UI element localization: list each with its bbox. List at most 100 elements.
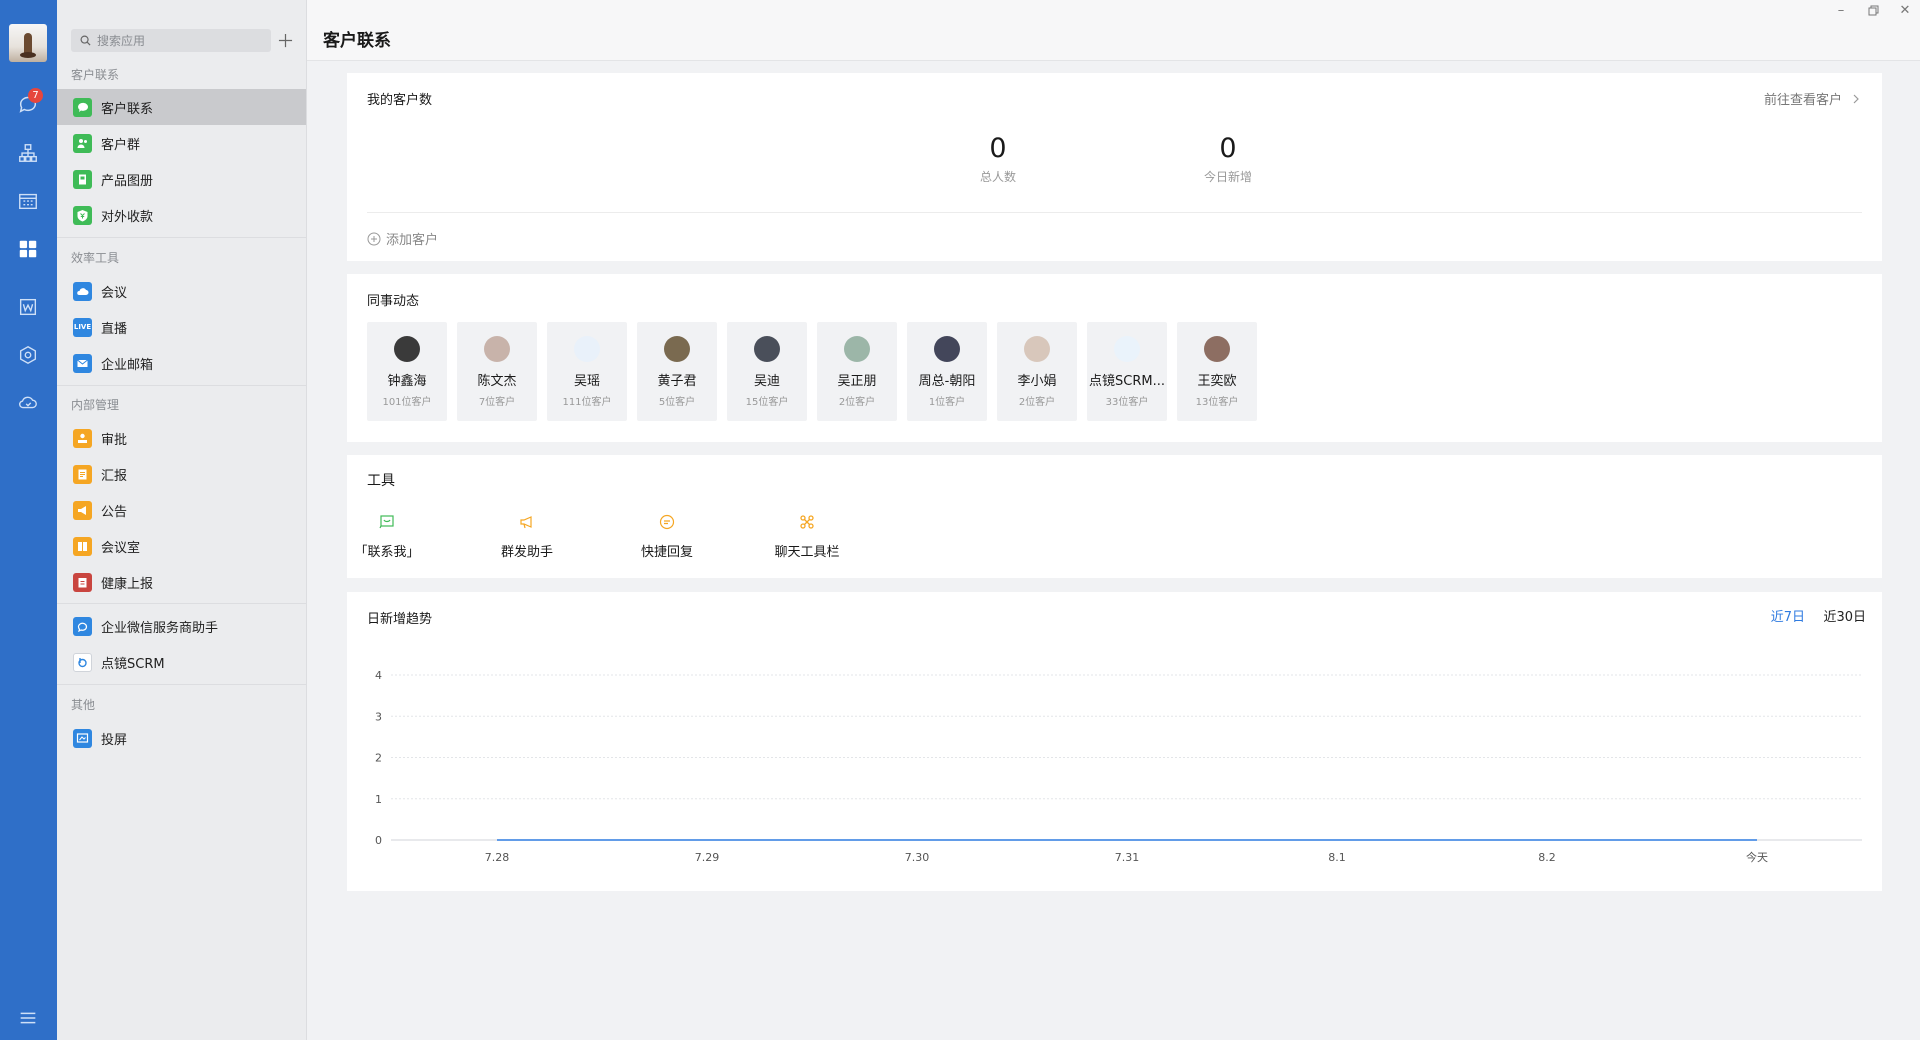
cloud-icon[interactable] <box>16 390 40 414</box>
sidebar-item[interactable]: 审批 <box>57 420 306 456</box>
tools-card: 工具 「联系我」 群发助手 快捷回复 聊天工具栏 <box>347 455 1882 578</box>
sidebar-item[interactable]: 点镜SCRM <box>57 644 306 680</box>
contact-me-icon <box>332 512 442 532</box>
customer-count-title: 我的客户数 <box>367 93 433 108</box>
org-icon[interactable] <box>16 141 40 165</box>
colleague-customer-count: 1位客户 <box>928 397 966 408</box>
colleague-customer-count: 15位客户 <box>745 397 789 408</box>
sidebar-item[interactable]: 会议室 <box>57 528 306 564</box>
colleague-card[interactable]: 黄子君 5位客户 <box>637 322 717 421</box>
trend-line-chart: 0 1 2 3 4 7.28 7.29 7.30 7.31 8.1 8.2 今天 <box>375 669 1862 864</box>
sidebar-item[interactable]: 企业邮箱 <box>57 345 306 381</box>
minimize-icon[interactable]: – <box>1830 2 1852 18</box>
colleague-name: 陈文杰 <box>477 374 517 389</box>
sidebar-divider <box>57 603 306 604</box>
section-title: 内部管理 <box>71 398 120 412</box>
mail-icon <box>73 353 92 373</box>
sidebar-divider <box>57 684 306 685</box>
colleague-customer-count: 33位客户 <box>1105 397 1149 408</box>
scrm-icon <box>73 652 92 672</box>
sidebar-item[interactable]: 客户群 <box>57 125 306 161</box>
sidebar-item-label: 企业邮箱 <box>101 357 154 373</box>
add-customer-label: 添加客户 <box>386 233 439 248</box>
calendar-icon[interactable] <box>16 189 40 213</box>
meeting-icon <box>73 281 92 301</box>
tool-item[interactable]: 快捷回复 <box>612 512 722 560</box>
sidebar-item[interactable]: 投屏 <box>57 720 306 756</box>
colleague-card[interactable]: 钟鑫海 101位客户 <box>367 322 447 421</box>
sidebar-item[interactable]: 健康上报 <box>57 564 306 600</box>
add-app-button[interactable] <box>273 28 297 52</box>
colleague-avatar <box>1024 336 1050 362</box>
y-tick-label: 3 <box>375 710 382 723</box>
sidebar-item[interactable]: LIVE 直播 <box>57 309 306 345</box>
colleague-activity-card: 同事动态 钟鑫海 101位客户 陈文杰 7位客户 吴瑶 111位客户 黄子君 5位客户 吴迪 15… <box>347 274 1882 442</box>
y-tick-label: 1 <box>375 793 382 806</box>
room-icon <box>73 536 92 556</box>
megaphone-icon <box>472 512 582 532</box>
add-customer-button[interactable]: 添加客户 <box>367 229 438 248</box>
view-customers-link[interactable]: 前往查看客户 <box>1764 89 1862 108</box>
close-icon[interactable]: ✕ <box>1894 2 1916 18</box>
cube-icon[interactable] <box>16 343 40 367</box>
colleague-customer-count: 101位客户 <box>382 397 432 408</box>
x-tick-label: 7.30 <box>905 851 930 864</box>
divider <box>367 212 1862 213</box>
sidebar-item[interactable]: 会议 <box>57 273 306 309</box>
cast-icon <box>73 728 92 748</box>
colleague-name: 吴瑶 <box>573 374 600 389</box>
announce-icon <box>73 500 92 520</box>
colleague-name: 周总-朝阳 <box>918 374 976 389</box>
sidebar-divider <box>57 385 306 386</box>
tool-item[interactable]: 群发助手 <box>472 512 582 560</box>
tool-item[interactable]: 「联系我」 <box>332 512 442 560</box>
colleague-name: 吴正朋 <box>837 374 877 389</box>
colleague-customer-count: 2位客户 <box>838 397 876 408</box>
x-tick-label: 7.29 <box>695 851 720 864</box>
colleague-avatar <box>394 336 420 362</box>
doc-icon[interactable] <box>16 295 40 319</box>
user-avatar[interactable] <box>9 24 47 62</box>
colleague-avatar <box>754 336 780 362</box>
restore-icon[interactable] <box>1862 2 1884 18</box>
tool-item[interactable]: 聊天工具栏 <box>752 512 862 560</box>
colleague-card[interactable]: 李小娟 2位客户 <box>997 322 1077 421</box>
colleague-customer-count: 2位客户 <box>1018 397 1056 408</box>
search-box[interactable] <box>71 29 271 52</box>
workbench-icon[interactable] <box>16 237 40 261</box>
x-tick-label: 7.31 <box>1115 851 1140 864</box>
customer-count-card: 我的客户数 前往查看客户 0 总人数 0 今日新增 添加客户 <box>347 73 1882 261</box>
colleague-avatar <box>574 336 600 362</box>
chat-bubble-icon <box>73 97 92 117</box>
colleague-card[interactable]: 吴迪 15位客户 <box>727 322 807 421</box>
colleague-name: 黄子君 <box>657 374 697 389</box>
colleague-card[interactable]: 周总-朝阳 1位客户 <box>907 322 987 421</box>
sidebar-item[interactable]: 产品图册 <box>57 161 306 197</box>
sidebar-item-label: 点镜SCRM <box>101 656 165 672</box>
today-new-label: 今日新增 <box>1203 170 1252 184</box>
tool-label: 快捷回复 <box>640 545 693 560</box>
colleague-avatar <box>1204 336 1230 362</box>
sidebar-item[interactable]: 客户联系 <box>57 89 306 125</box>
total-customers-stat: 0 总人数 <box>938 133 1058 185</box>
colleague-card[interactable]: 陈文杰 7位客户 <box>457 322 537 421</box>
y-tick-label: 4 <box>375 669 382 682</box>
colleague-card[interactable]: 吴正朋 2位客户 <box>817 322 897 421</box>
search-input[interactable] <box>97 33 257 48</box>
sidebar-item-label: 客户群 <box>101 137 141 153</box>
sidebar-item[interactable]: 汇报 <box>57 456 306 492</box>
sidebar-item-label: 公告 <box>101 504 128 520</box>
colleague-card[interactable]: 吴瑶 111位客户 <box>547 322 627 421</box>
colleague-customer-count: 5位客户 <box>658 397 696 408</box>
chevron-right-icon <box>1853 94 1859 103</box>
colleague-card[interactable]: 王奕欧 13位客户 <box>1177 322 1257 421</box>
sidebar-item[interactable]: 公告 <box>57 492 306 528</box>
sidebar-item-label: 会议室 <box>101 540 141 556</box>
album-icon <box>73 169 92 189</box>
sidebar-item[interactable]: 企业微信服务商助手 <box>57 608 306 644</box>
sidebar-item[interactable]: 对外收款 <box>57 197 306 233</box>
colleague-card[interactable]: 点镜SCRM... 33位客户 <box>1087 322 1167 421</box>
total-customers-value: 0 <box>989 133 1007 164</box>
sidebar-item-label: 会议 <box>101 285 128 301</box>
menu-icon[interactable] <box>16 1006 40 1030</box>
